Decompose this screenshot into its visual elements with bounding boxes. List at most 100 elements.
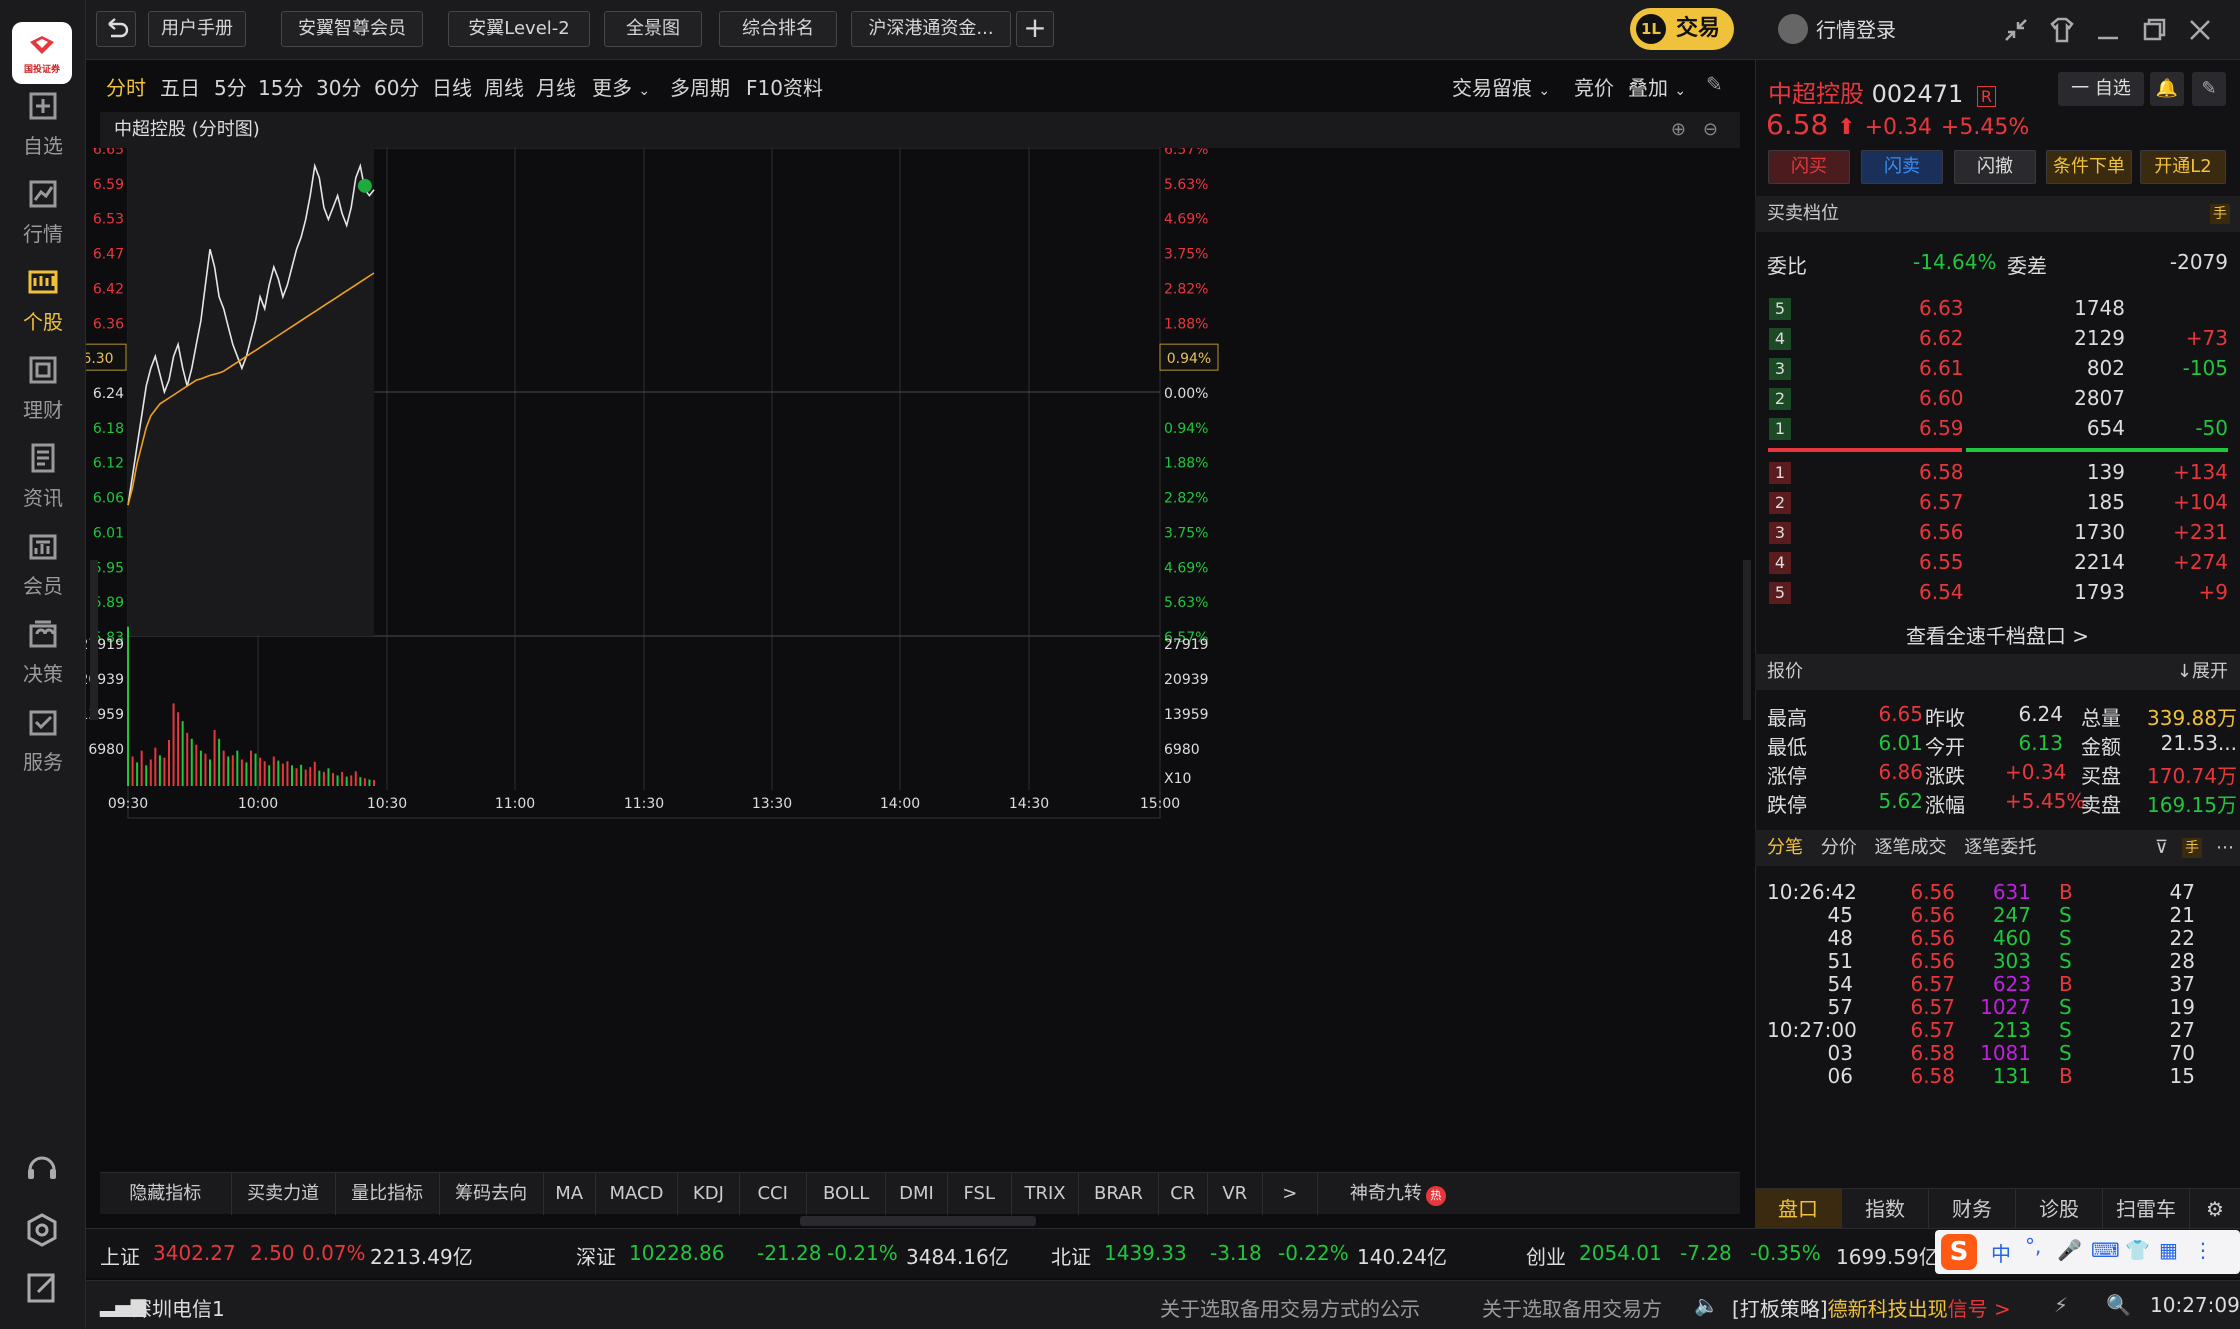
ask-level-row[interactable]: 1 6.59 654 -50 xyxy=(1755,416,2240,446)
auction-button[interactable]: 竞价 xyxy=(1574,72,1614,101)
tab-trade-by-trade[interactable]: 逐笔成交 xyxy=(1874,837,1946,858)
index-name[interactable]: 深证 xyxy=(576,1241,616,1270)
ime-skin-icon[interactable]: 👕 xyxy=(2125,1238,2150,1262)
overlay-dropdown[interactable]: 叠加 ⌄ xyxy=(1628,72,1686,101)
indicator-5[interactable]: MACD xyxy=(596,1173,679,1215)
tab-price-dist[interactable]: 分价 xyxy=(1821,837,1857,858)
sidebar-item-stock[interactable]: 个股 xyxy=(0,264,86,354)
period-monthly[interactable]: 月线 xyxy=(536,72,576,101)
sidebar-item-service[interactable]: 服务 xyxy=(0,704,86,794)
bid-level-row[interactable]: 1 6.58 139 +134 xyxy=(1755,460,2240,490)
index-name[interactable]: 创业 xyxy=(1526,1241,1566,1270)
expand-toggle[interactable]: ↓展开 xyxy=(2177,654,2228,690)
period-5min[interactable]: 5分 xyxy=(214,72,247,101)
chart-scrollbar[interactable] xyxy=(800,1216,1036,1226)
notice-2[interactable]: 关于选取备用交易方 xyxy=(1482,1293,1662,1322)
bottom-tab-2[interactable]: 财务 xyxy=(1929,1189,2016,1229)
indicator-6[interactable]: KDJ xyxy=(678,1173,740,1215)
close-icon[interactable] xyxy=(2184,14,2216,46)
ime-more-icon[interactable]: ⋮ xyxy=(2193,1238,2213,1262)
sidebar-item-decision[interactable]: 决策 xyxy=(0,616,86,706)
bottom-tab-3[interactable]: 诊股 xyxy=(2016,1189,2103,1229)
indicator-15[interactable]: > xyxy=(1263,1173,1318,1215)
period-more[interactable]: 更多 ⌄ xyxy=(592,72,650,101)
shrink-icon[interactable] xyxy=(2000,14,2032,46)
indicator-9[interactable]: DMI xyxy=(886,1173,948,1215)
ime-chinese-icon[interactable]: 中 xyxy=(1991,1238,2011,1267)
indicator-14[interactable]: VR xyxy=(1208,1173,1263,1215)
indicator-13[interactable]: CR xyxy=(1159,1173,1208,1215)
filter-icon[interactable]: ⊽ xyxy=(2155,830,2168,866)
ime-punct-icon[interactable]: °, xyxy=(2025,1234,2041,1258)
indicator-0[interactable]: 隐藏指标 xyxy=(100,1173,232,1215)
alert-bell-icon[interactable]: 🔔 xyxy=(2150,72,2184,106)
magic-nine-indicator[interactable]: 神奇九转热 xyxy=(1328,1173,1468,1215)
period-daily[interactable]: 日线 xyxy=(432,72,472,101)
news-ticker[interactable]: [打板策略]德新科技出现信号 > xyxy=(1732,1293,2011,1322)
add-favorite-button[interactable]: 一 自选 xyxy=(2058,72,2144,106)
flash-cancel-button[interactable]: 闪撤 xyxy=(1954,150,2036,184)
period-60min[interactable]: 60分 xyxy=(374,72,419,101)
bottom-settings-icon[interactable]: ⚙ xyxy=(2190,1189,2240,1229)
tab-level2[interactable]: 安翼Level-2 xyxy=(448,11,590,47)
left-collapse-handle[interactable] xyxy=(90,560,98,720)
headset-icon[interactable] xyxy=(24,1150,60,1186)
ask-level-row[interactable]: 2 6.60 2807 xyxy=(1755,386,2240,416)
tab-premium-member[interactable]: 安翼智尊会员 xyxy=(281,11,423,47)
ime-keyboard-icon[interactable]: ⌨ xyxy=(2091,1238,2120,1262)
bid-level-row[interactable]: 5 6.54 1793 +9 xyxy=(1755,580,2240,610)
flash-icon[interactable]: ⚡ xyxy=(2054,1293,2068,1317)
flash-sell-button[interactable]: 闪卖 xyxy=(1861,150,1943,184)
bid-level-row[interactable]: 4 6.55 2214 +274 xyxy=(1755,550,2240,580)
indicator-11[interactable]: TRIX xyxy=(1012,1173,1080,1215)
period-intraday[interactable]: 分时 xyxy=(106,72,146,101)
ime-mic-icon[interactable]: 🎤 xyxy=(2057,1238,2082,1262)
network-label[interactable]: 深圳电信1 xyxy=(132,1293,225,1322)
tab-user-manual[interactable]: 用户手册 xyxy=(148,11,246,47)
tab-order-by-order[interactable]: 逐笔委托 xyxy=(1964,837,2036,858)
hand-unit-toggle[interactable]: 手 xyxy=(2210,204,2230,224)
ask-level-row[interactable]: 5 6.63 1748 xyxy=(1755,296,2240,326)
broker-logo[interactable]: 国投证券 xyxy=(12,22,72,84)
indicator-10[interactable]: FSL xyxy=(948,1173,1012,1215)
right-collapse-handle[interactable] xyxy=(1743,560,1751,720)
open-l2-button[interactable]: 开通L2 xyxy=(2140,150,2226,184)
more-icon[interactable]: ⋯ xyxy=(2216,830,2234,866)
period-15min[interactable]: 15分 xyxy=(258,72,303,101)
intraday-chart[interactable]: 6.65 6.59 6.53 6.47 6.42 6.36 6.24 6.18 6.12 6.06… xyxy=(86,148,1741,1170)
indicator-3[interactable]: 筹码去向 xyxy=(440,1173,544,1215)
flash-buy-button[interactable]: 闪买 xyxy=(1768,150,1850,184)
market-login[interactable]: 行情登录 xyxy=(1778,14,1896,44)
indicator-12[interactable]: BRAR xyxy=(1079,1173,1159,1215)
draw-tool-icon[interactable]: ✎ xyxy=(1706,72,1723,96)
index-name[interactable]: 上证 xyxy=(100,1241,140,1270)
sidebar-item-chart[interactable]: 行情 xyxy=(0,176,86,266)
zoom-out-icon[interactable]: ⊖ xyxy=(1703,112,1718,148)
sidebar-item-plus-square[interactable]: 自选 xyxy=(0,88,86,178)
notice-1[interactable]: 关于选取备用交易方式的公示 xyxy=(1160,1293,1420,1322)
ask-level-row[interactable]: 3 6.61 802 -105 xyxy=(1755,356,2240,386)
period-5day[interactable]: 五日 xyxy=(160,72,200,101)
search-icon[interactable]: 🔍 xyxy=(2106,1293,2131,1317)
indicator-7[interactable]: CCI xyxy=(740,1173,807,1215)
minimize-icon[interactable] xyxy=(2092,14,2124,46)
conditional-order-button[interactable]: 条件下单 xyxy=(2046,150,2132,184)
period-weekly[interactable]: 周线 xyxy=(484,72,524,101)
settings-icon[interactable] xyxy=(24,1212,60,1248)
sidebar-item-member[interactable]: 会员 xyxy=(0,528,86,618)
skin-shirt-icon[interactable] xyxy=(2046,14,2078,46)
tab-ranking[interactable]: 综合排名 xyxy=(719,11,837,47)
period-f10[interactable]: F10资料 xyxy=(746,72,823,101)
bottom-tab-1[interactable]: 指数 xyxy=(1842,1189,1929,1229)
indicator-2[interactable]: 量比指标 xyxy=(336,1173,440,1215)
full-depth-link[interactable]: 查看全速千档盘口 > xyxy=(1755,620,2240,649)
indicator-8[interactable]: BOLL xyxy=(807,1173,887,1215)
sidebar-item-wealth[interactable]: 理财 xyxy=(0,352,86,442)
period-multi[interactable]: 多周期 xyxy=(670,72,730,101)
ticks-hand-toggle[interactable]: 手 xyxy=(2182,838,2202,858)
sidebar-item-news[interactable]: 资讯 xyxy=(0,440,86,530)
trade-button[interactable]: 1L 交易 xyxy=(1630,8,1734,50)
indicator-4[interactable]: MA xyxy=(544,1173,596,1215)
input-method-toolbar[interactable]: S 中 °, 🎤 ⌨ 👕 ▦ ⋮ xyxy=(1935,1230,2240,1274)
zoom-in-icon[interactable]: ⊕ xyxy=(1671,112,1686,148)
